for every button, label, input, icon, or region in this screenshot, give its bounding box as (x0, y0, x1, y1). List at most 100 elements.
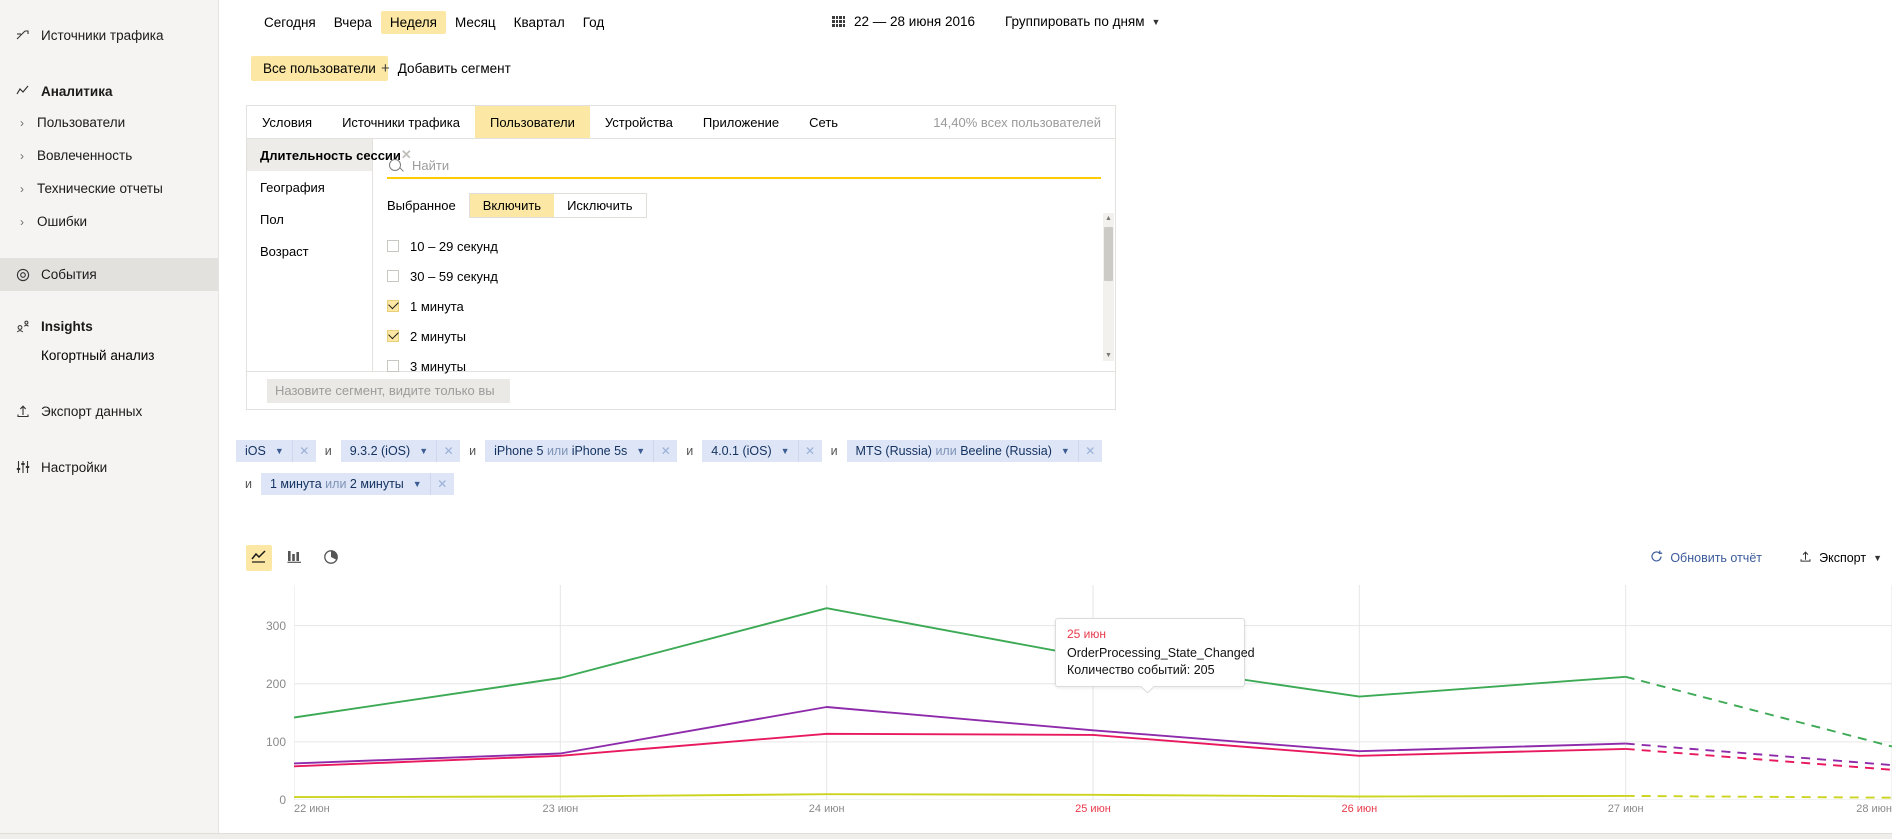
checkbox[interactable] (387, 360, 399, 372)
close-icon[interactable]: ✕ (798, 440, 822, 462)
chip-value-b: Beeline (Russia) (960, 444, 1052, 458)
sidebar-item-engagement[interactable]: › Вовлеченность (0, 139, 218, 172)
active-filters: iOS ▼ ✕ и 9.3.2 (iOS) ▼ ✕ и iPhone 5 или… (236, 440, 1336, 506)
dimension-gender[interactable]: Пол (247, 203, 372, 235)
sidebar-item-traffic-sources[interactable]: Источники трафика (0, 20, 218, 50)
checkbox[interactable] (387, 270, 399, 282)
x-axis-tick: 27 июн (1608, 803, 1644, 815)
sidebar-item-errors[interactable]: › Ошибки (0, 205, 218, 238)
search-input[interactable] (410, 157, 1101, 174)
sidebar-item-label: Источники трафика (41, 28, 163, 43)
chip-or: или (935, 444, 956, 458)
y-axis-tick: 100 (266, 735, 286, 749)
close-icon[interactable]: ✕ (1078, 440, 1102, 462)
filter-chip-app-version[interactable]: 4.0.1 (iOS) ▼ ✕ (702, 440, 821, 462)
search-icon (389, 159, 401, 171)
chevron-down-icon[interactable]: ▼ (419, 446, 436, 456)
dimension-label: Возраст (260, 244, 309, 259)
refresh-report-button[interactable]: Обновить отчёт (1650, 550, 1762, 566)
chevron-down-icon[interactable]: ▼ (1061, 446, 1078, 456)
sidebar-item-cohort-analysis[interactable]: Когортный анализ (0, 341, 218, 370)
dimension-session-duration[interactable]: Длительность сессии ✕ (247, 139, 372, 171)
tab-devices[interactable]: Устройства (590, 106, 688, 138)
x-axis-tick: 23 июн (542, 803, 578, 815)
close-icon[interactable]: ✕ (292, 440, 316, 462)
add-segment-button[interactable]: + Добавить сегмент (381, 56, 511, 81)
filter-chip-os-version[interactable]: 9.3.2 (iOS) ▼ ✕ (341, 440, 460, 462)
sidebar-item-technical-reports[interactable]: › Технические отчеты (0, 172, 218, 205)
close-icon[interactable]: ✕ (653, 440, 677, 462)
option-1-minute[interactable]: 1 минута (387, 291, 1115, 321)
dimension-age[interactable]: Возраст (247, 235, 372, 267)
dimension-values-pane: Выбранное Включить Исключить 10 – 29 сек… (373, 139, 1115, 371)
filter-chip-session-duration[interactable]: 1 минута или 2 минуты ▼ ✕ (261, 473, 454, 495)
sidebar-item-label: Когортный анализ (41, 348, 154, 363)
viz-pie-chart-button[interactable] (318, 545, 344, 571)
option-2-minutes[interactable]: 2 минуты (387, 321, 1115, 351)
sidebar-item-analytics[interactable]: Аналитика (0, 76, 218, 106)
sidebar-item-events[interactable]: События (0, 258, 218, 291)
segment-panel-body: Длительность сессии ✕ География Пол Возр… (247, 139, 1115, 371)
viz-line-chart-button[interactable] (246, 545, 272, 571)
period-year[interactable]: Год (574, 11, 614, 34)
upload-icon (1799, 550, 1812, 566)
chip-label: 4.0.1 (iOS) (702, 444, 780, 458)
segment-name-input[interactable] (267, 379, 510, 403)
date-range-picker[interactable]: 22 — 28 июня 2016 (832, 14, 975, 29)
close-icon[interactable]: ✕ (436, 440, 460, 462)
option-10-29-seconds[interactable]: 10 – 29 секунд (387, 231, 1115, 261)
sidebar-item-users[interactable]: › Пользователи (0, 106, 218, 139)
top-toolbar: Сегодня Вчера Неделя Месяц Квартал Год 2… (219, 0, 1892, 50)
checkbox[interactable] (387, 330, 399, 342)
chip-label: 9.3.2 (iOS) (341, 444, 419, 458)
chevron-down-icon[interactable]: ▼ (636, 446, 653, 456)
sidebar-item-insights[interactable]: Insights (0, 311, 218, 341)
sidebar-item-data-export[interactable]: Экспорт данных (0, 396, 218, 426)
sidebar-item-settings[interactable]: Настройки (0, 452, 218, 482)
chevron-down-icon[interactable]: ▼ (413, 479, 430, 489)
checkbox[interactable] (387, 240, 399, 252)
period-week[interactable]: Неделя (381, 11, 446, 34)
close-icon[interactable]: ✕ (430, 473, 454, 495)
chip-value-b: iPhone 5s (572, 444, 628, 458)
period-yesterday[interactable]: Вчера (325, 11, 381, 34)
scroll-down-arrow-icon[interactable]: ▼ (1103, 350, 1114, 361)
checkbox[interactable] (387, 300, 399, 312)
target-icon (16, 268, 30, 282)
option-label: 1 минута (410, 299, 464, 314)
period-quarter[interactable]: Квартал (505, 11, 574, 34)
options-scrollbar-thumb[interactable] (1104, 227, 1113, 281)
tab-conditions[interactable]: Условия (247, 106, 327, 138)
chevron-down-icon[interactable]: ▼ (781, 446, 798, 456)
tooltip-event-name: OrderProcessing_State_Changed (1067, 646, 1234, 660)
dimension-geography[interactable]: География (247, 171, 372, 203)
include-button[interactable]: Включить (470, 194, 554, 217)
period-month[interactable]: Месяц (446, 11, 505, 34)
exclude-button[interactable]: Исключить (554, 194, 646, 217)
period-today[interactable]: Сегодня (255, 11, 325, 34)
tab-application[interactable]: Приложение (688, 106, 794, 138)
chevron-down-icon[interactable]: ▼ (275, 446, 292, 456)
x-axis-tick: 26 июн (1341, 803, 1377, 815)
chevron-down-icon: ▼ (1152, 17, 1161, 27)
tab-network[interactable]: Сеть (794, 106, 853, 138)
refresh-label: Обновить отчёт (1670, 551, 1762, 565)
all-users-segment-chip[interactable]: Все пользователи (251, 56, 388, 81)
export-button[interactable]: Экспорт ▼ (1799, 550, 1882, 566)
y-axis-labels: 0100200300 (246, 585, 286, 800)
viz-bar-chart-button[interactable] (282, 545, 308, 571)
grouping-dropdown[interactable]: Группировать по дням ▼ (1005, 14, 1160, 29)
chart-toolbar: Обновить отчёт Экспорт ▼ (246, 545, 1892, 579)
filter-chip-device[interactable]: iPhone 5 или iPhone 5s ▼ ✕ (485, 440, 677, 462)
option-30-59-seconds[interactable]: 30 – 59 секунд (387, 261, 1115, 291)
option-3-minutes[interactable]: 3 минуты (387, 351, 1115, 381)
sidebar-item-label: Пользователи (37, 115, 125, 130)
tab-traffic-sources[interactable]: Источники трафика (327, 106, 475, 138)
scroll-up-arrow-icon[interactable]: ▲ (1103, 213, 1114, 224)
chevron-right-icon: › (16, 182, 28, 196)
filter-chip-os[interactable]: iOS ▼ ✕ (236, 440, 316, 462)
filter-chip-operator[interactable]: MTS (Russia) или Beeline (Russia) ▼ ✕ (847, 440, 1102, 462)
grouping-label: Группировать по дням (1005, 14, 1145, 29)
conjunction-label: и (316, 444, 341, 458)
tab-users[interactable]: Пользователи (475, 106, 590, 138)
